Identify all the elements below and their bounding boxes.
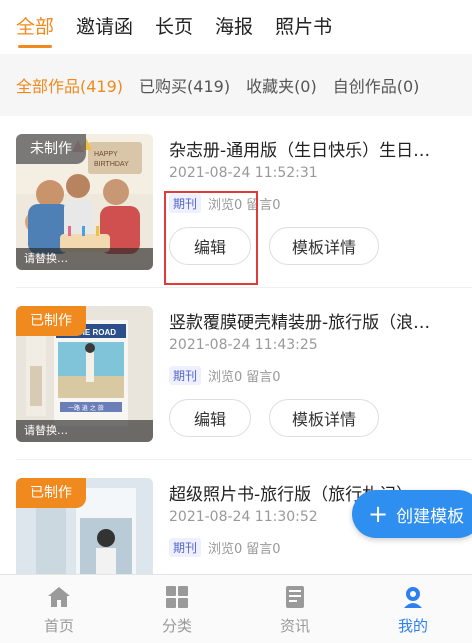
work-card: 已制作 ON THE ROAD 一路 逍 之 旅 请替换… 竖款覆膜硬壳精装册-… [16, 288, 472, 460]
work-thumbnail[interactable]: 已制作 [16, 478, 153, 574]
svg-text:BIRTHDAY: BIRTHDAY [94, 161, 129, 168]
bottom-nav: 首页 分类 资讯 我的 [0, 574, 472, 643]
tab-poster[interactable]: 海报 [215, 0, 253, 54]
template-detail-button[interactable]: 模板详情 [269, 227, 379, 265]
document-icon [281, 583, 309, 611]
comment-count: 留言0 [246, 370, 281, 385]
edit-button[interactable]: 编辑 [169, 399, 251, 437]
tab-all[interactable]: 全部 [16, 0, 54, 54]
plus-icon: + [368, 500, 389, 528]
tab-photo-book[interactable]: 照片书 [275, 0, 332, 54]
work-title[interactable]: 杂志册-通用版（生日快乐）生日… [169, 136, 459, 161]
template-detail-button[interactable]: 模板详情 [269, 399, 379, 437]
work-card: 未制作 HAPPY BIRTHDAY 请替换… 杂志册-通用版（生日快乐）生日…… [16, 116, 472, 288]
home-icon [45, 583, 73, 611]
thumbnail-caption: 请替换… [16, 248, 153, 270]
top-tab-bar: 全部 邀请函 长页 海报 照片书 [0, 0, 472, 54]
filter-favorites[interactable]: 收藏夹(0) [246, 73, 317, 97]
tab-invitation[interactable]: 邀请函 [76, 0, 133, 54]
work-thumbnail[interactable]: 未制作 HAPPY BIRTHDAY 请替换… [16, 134, 153, 270]
filter-all-works[interactable]: 全部作品(419) [16, 73, 123, 97]
work-title[interactable]: 竖款覆膜硬壳精装册-旅行版（浪… [169, 308, 459, 333]
svg-text:HAPPY: HAPPY [94, 151, 118, 158]
work-thumbnail[interactable]: 已制作 ON THE ROAD 一路 逍 之 旅 请替换… [16, 306, 153, 442]
grid-icon [163, 583, 191, 611]
work-meta: 期刊 浏览0 留言0 [169, 366, 281, 385]
status-badge: 已制作 [16, 478, 86, 508]
work-timestamp: 2021-08-24 11:43:25 [169, 337, 318, 353]
category-tag: 期刊 [169, 194, 202, 213]
nav-mine-label: 我的 [397, 616, 428, 635]
thumbnail-subtext: 一路 逍 之 旅 [68, 404, 104, 412]
work-meta: 期刊 浏览0 留言0 [169, 194, 281, 213]
status-badge: 未制作 [16, 134, 86, 164]
work-timestamp: 2021-08-24 11:30:52 [169, 509, 318, 525]
view-count: 浏览0 [208, 198, 243, 213]
category-tag: 期刊 [169, 538, 202, 557]
comment-count: 留言0 [246, 542, 281, 557]
nav-home[interactable]: 首页 [0, 575, 118, 643]
nav-category[interactable]: 分类 [118, 575, 236, 643]
nav-home-label: 首页 [43, 616, 74, 635]
work-meta: 期刊 浏览0 留言0 [169, 538, 281, 557]
nav-mine[interactable]: 我的 [354, 575, 472, 643]
user-icon [399, 583, 427, 611]
category-tag: 期刊 [169, 366, 202, 385]
nav-news[interactable]: 资讯 [236, 575, 354, 643]
edit-button[interactable]: 编辑 [169, 227, 251, 265]
work-timestamp: 2021-08-24 11:52:31 [169, 165, 318, 181]
filter-purchased[interactable]: 已购买(419) [139, 73, 230, 97]
view-count: 浏览0 [208, 542, 243, 557]
view-count: 浏览0 [208, 370, 243, 385]
comment-count: 留言0 [246, 198, 281, 213]
filter-self-created[interactable]: 自创作品(0) [333, 73, 420, 97]
status-badge: 已制作 [16, 306, 86, 336]
nav-news-label: 资讯 [279, 616, 310, 635]
thumbnail-caption: 请替换… [16, 420, 153, 442]
create-template-label: 创建模板 [396, 506, 465, 527]
tab-long-page[interactable]: 长页 [155, 0, 193, 54]
filter-tab-bar: 全部作品(419) 已购买(419) 收藏夹(0) 自创作品(0) [0, 54, 472, 116]
create-template-button[interactable]: + 创建模板 [352, 490, 472, 538]
nav-category-label: 分类 [161, 616, 192, 635]
